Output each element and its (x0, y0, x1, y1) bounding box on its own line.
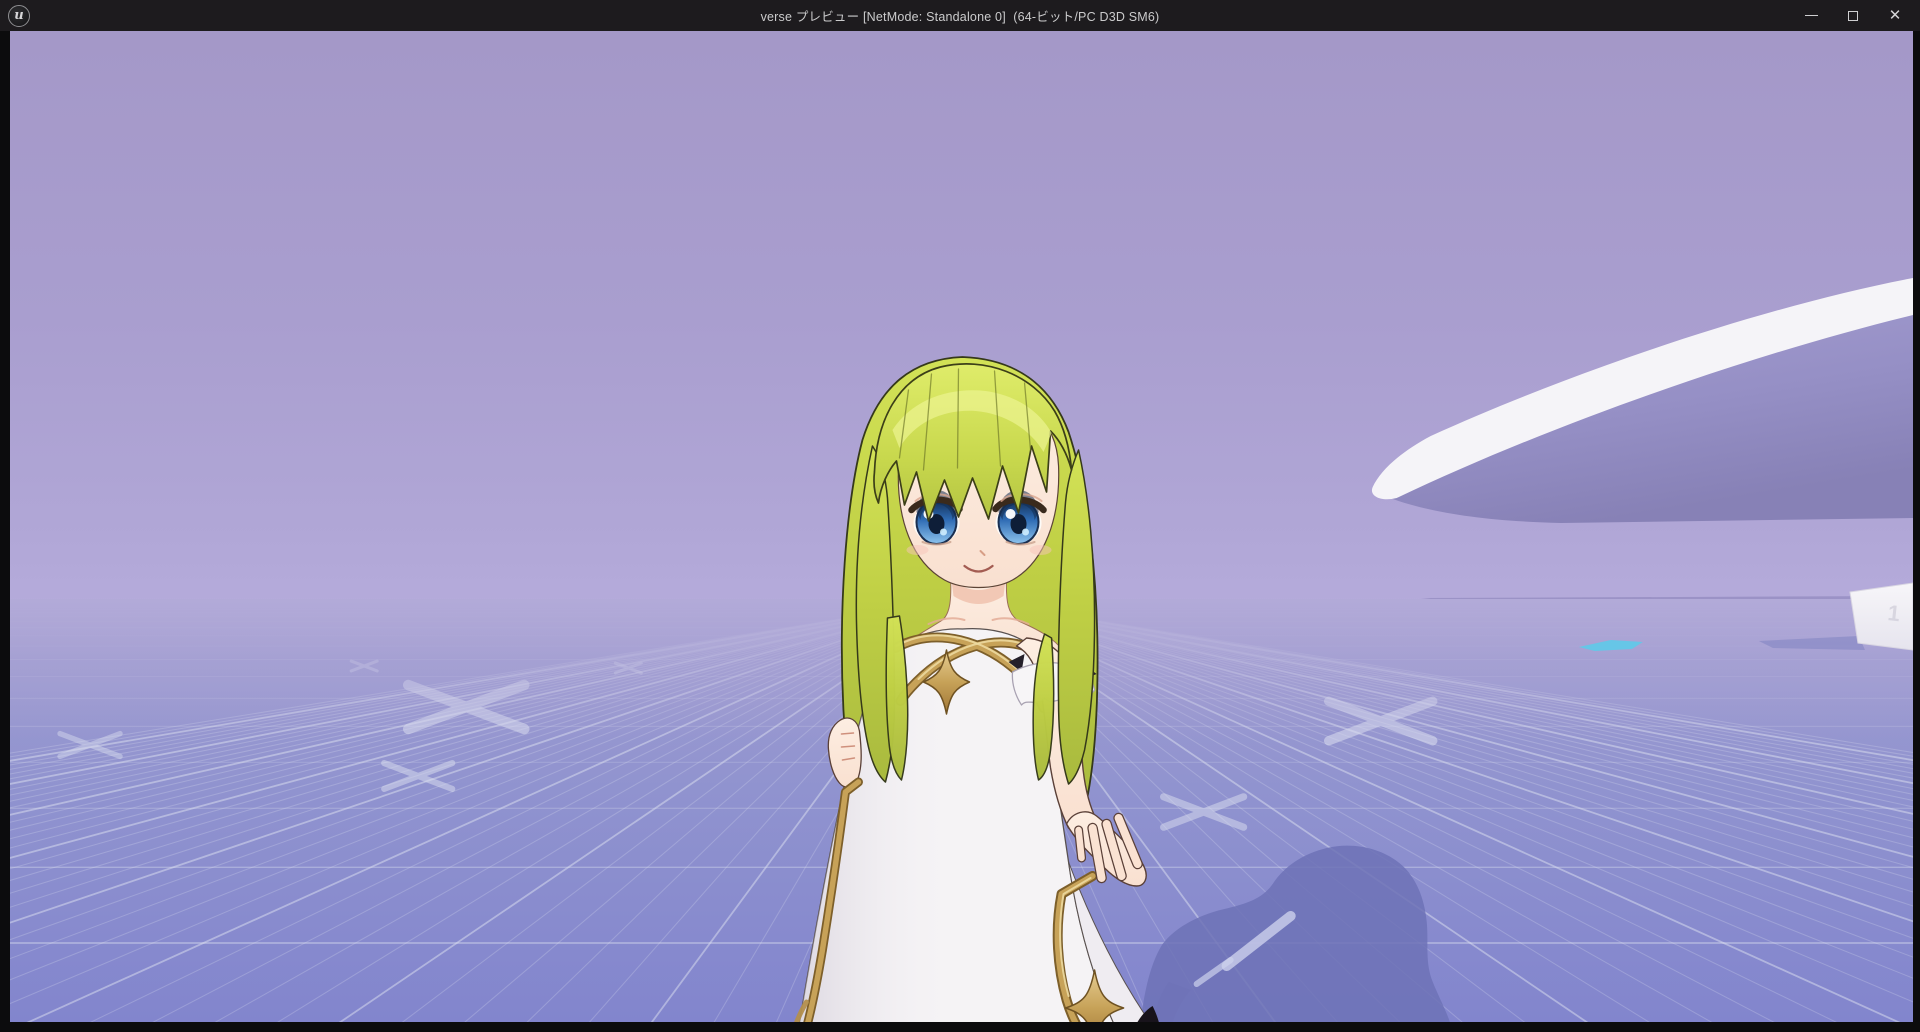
minimize-icon (1805, 15, 1818, 16)
maximize-icon (1848, 11, 1858, 21)
unreal-engine-logo-icon: u (8, 5, 30, 27)
window-controls: ✕ (1790, 0, 1916, 31)
close-button[interactable]: ✕ (1874, 0, 1916, 31)
3d-scene: 1 (10, 31, 1913, 1022)
minimize-button[interactable] (1790, 0, 1832, 31)
game-preview-viewport[interactable]: 1 (10, 31, 1913, 1022)
window-title: verse プレビュー [NetMode: Standalone 0] (64-… (0, 0, 1920, 31)
window-titlebar[interactable]: u verse プレビュー [NetMode: Standalone 0] (6… (0, 0, 1920, 31)
box-number-label: 1 (1886, 600, 1901, 626)
maximize-button[interactable] (1832, 0, 1874, 31)
close-icon: ✕ (1889, 8, 1902, 23)
